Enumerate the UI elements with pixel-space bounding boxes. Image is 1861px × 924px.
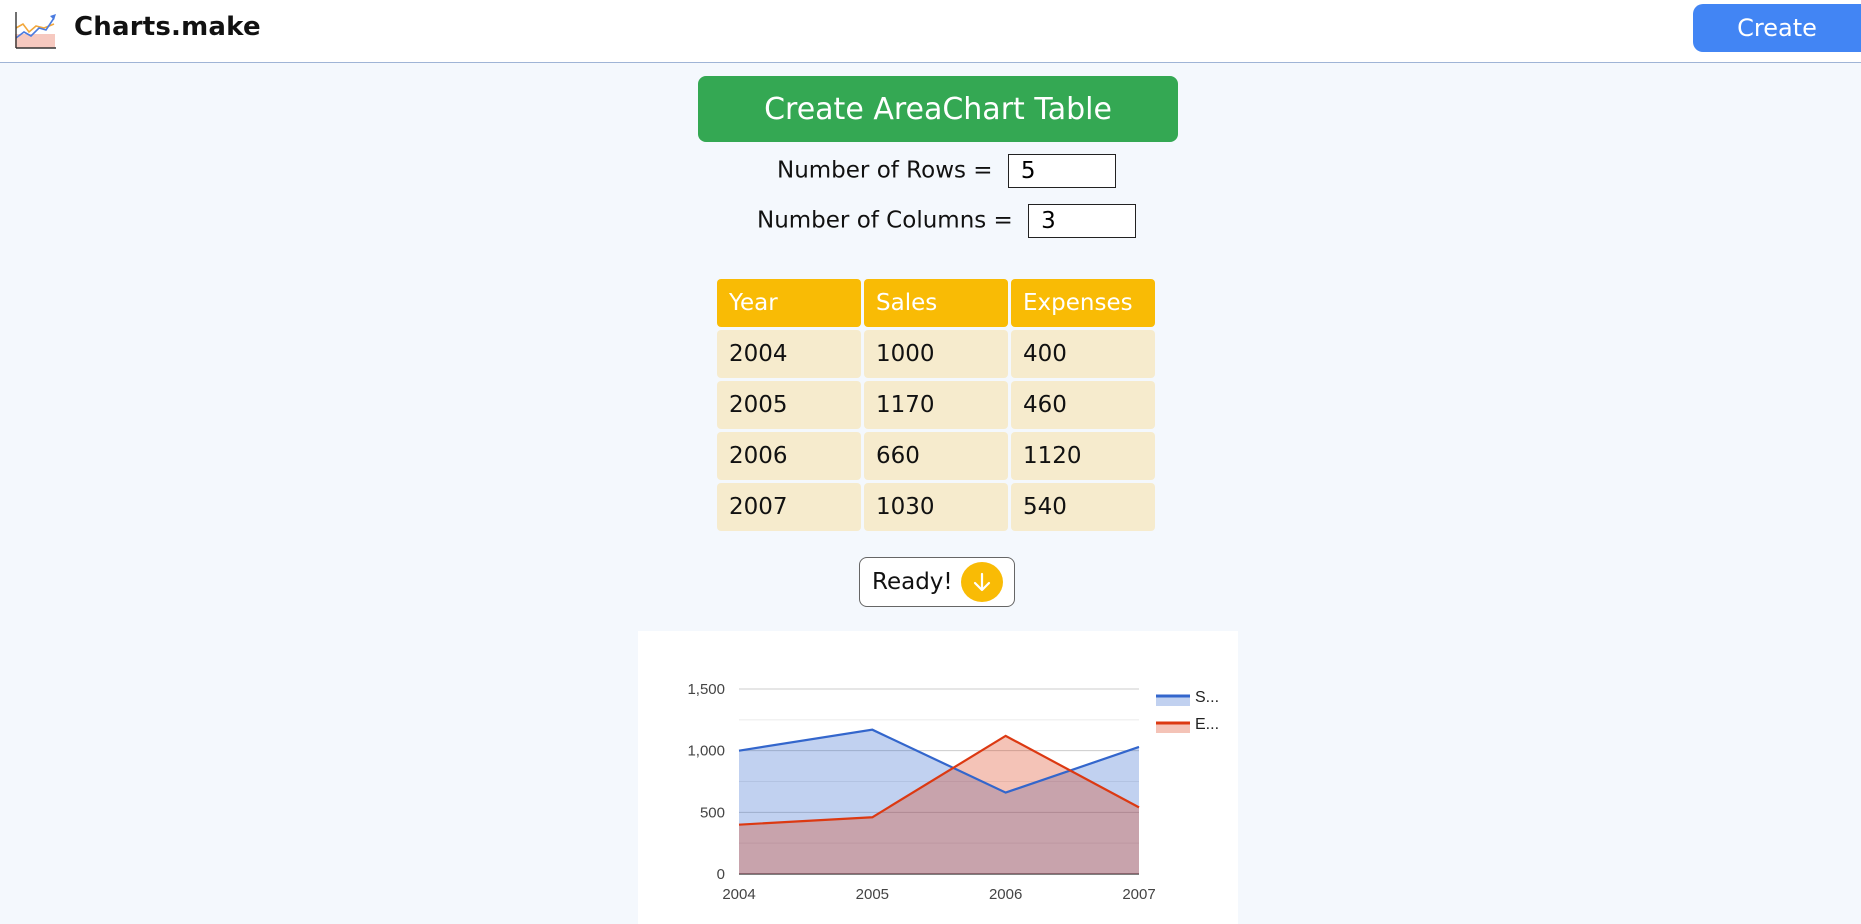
table-cell[interactable]: 1170: [864, 381, 1008, 429]
area-chart-svg: 0 500 1,000 1,500 2004 2005 2006 2007 S... E...: [687, 681, 1219, 903]
x-tick-label: 2004: [722, 886, 755, 903]
table-cell[interactable]: 460: [1011, 381, 1155, 429]
create-button[interactable]: Create: [1693, 4, 1861, 52]
create-areachart-table-button[interactable]: Create AreaChart Table: [698, 76, 1178, 142]
rows-label: Number of Rows =: [777, 157, 993, 184]
arrow-down-icon: [961, 562, 1003, 602]
table-cell[interactable]: 1030: [864, 483, 1008, 531]
header-cell-sales[interactable]: Sales: [864, 279, 1008, 327]
table-cell[interactable]: 1120: [1011, 432, 1155, 480]
table-cell[interactable]: 1000: [864, 330, 1008, 378]
y-tick-label: 0: [717, 866, 725, 883]
data-table: Year Sales Expenses 2004 1000 400 2005 1…: [717, 279, 1155, 531]
area-chart: 0 500 1,000 1,500 2004 2005 2006 2007 S... E...: [638, 631, 1238, 924]
table-cell[interactable]: 2005: [717, 381, 861, 429]
table-cell[interactable]: 540: [1011, 483, 1155, 531]
rows-input[interactable]: [1007, 154, 1116, 188]
ready-label: Ready!: [872, 569, 953, 595]
table-cell[interactable]: 400: [1011, 330, 1155, 378]
x-tick-label: 2007: [1122, 886, 1155, 903]
legend-label: S...: [1195, 689, 1219, 706]
columns-label: Number of Columns =: [757, 207, 1013, 234]
brand-name[interactable]: Charts.make: [74, 12, 261, 42]
rows-field-row: Number of Rows =: [777, 154, 1116, 188]
header-cell-expenses[interactable]: Expenses: [1011, 279, 1155, 327]
ready-button[interactable]: Ready!: [859, 557, 1015, 607]
top-navbar: Charts.make Create: [0, 0, 1861, 63]
x-tick-label: 2006: [989, 886, 1022, 903]
legend-label: E...: [1195, 716, 1219, 733]
table-cell[interactable]: 2007: [717, 483, 861, 531]
chart-logo-icon: [15, 12, 56, 49]
table-cell[interactable]: 2006: [717, 432, 861, 480]
table-cell[interactable]: 660: [864, 432, 1008, 480]
header-cell-year[interactable]: Year: [717, 279, 861, 327]
y-tick-label: 1,000: [687, 743, 725, 760]
columns-field-row: Number of Columns =: [757, 204, 1137, 238]
table-cell[interactable]: 2004: [717, 330, 861, 378]
x-tick-label: 2005: [856, 886, 889, 903]
y-tick-label: 500: [700, 804, 725, 821]
columns-input[interactable]: [1028, 204, 1137, 238]
y-tick-label: 1,500: [687, 681, 725, 698]
